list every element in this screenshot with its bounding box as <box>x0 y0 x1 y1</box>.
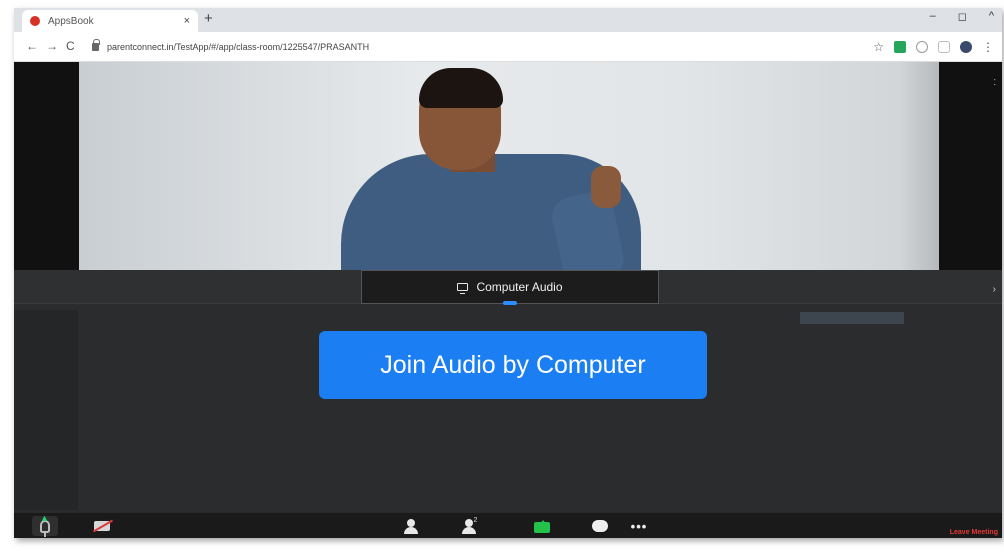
participants-button[interactable]: 2 <box>458 517 484 535</box>
share-screen-icon <box>534 520 550 533</box>
favicon-icon <box>30 16 40 26</box>
start-video-button[interactable] <box>90 517 114 535</box>
lock-icon <box>92 39 100 51</box>
extension-shield-icon[interactable] <box>938 41 950 53</box>
chat-button[interactable] <box>589 517 611 535</box>
reload-icon[interactable]: C <box>66 39 75 53</box>
manage-participants-button[interactable] <box>400 517 422 535</box>
participants-count: 2 <box>473 517 478 524</box>
extension-circle-icon[interactable] <box>916 41 928 53</box>
leave-meeting-button[interactable]: Leave Meeting <box>950 529 998 536</box>
url-bar[interactable]: parentconnect.in/TestApp/#/app/class-roo… <box>92 37 872 57</box>
new-tab-button[interactable]: + <box>204 11 213 27</box>
window-controls: – ◻ ^ <box>930 10 994 23</box>
video-off-icon <box>92 519 114 533</box>
arrow-up-icon: ▲ <box>40 513 49 523</box>
browser-menu-icon[interactable]: ⋮ <box>982 40 994 54</box>
browser-tab-strip: AppsBook × + – ◻ ^ <box>14 8 1002 32</box>
extension-check-icon[interactable] <box>894 41 906 53</box>
extensions-area: ☆ ⋮ <box>873 40 994 54</box>
tab-close-icon[interactable]: × <box>184 15 190 27</box>
address-bar-row: ← → C parentconnect.in/TestApp/#/app/cla… <box>14 32 1002 62</box>
back-icon[interactable]: ← <box>26 39 38 53</box>
share-screen-button[interactable] <box>532 517 552 535</box>
tab-title: AppsBook <box>48 15 94 27</box>
meeting-toolbar: ▲ 2 ••• Leave Meeting <box>14 512 1002 538</box>
computer-icon <box>457 283 469 294</box>
tab-indicator <box>503 301 517 305</box>
close-window-button[interactable]: ^ <box>989 10 994 23</box>
video-options-icon[interactable]: ⁚ <box>993 78 996 87</box>
minimize-button[interactable]: – <box>930 10 936 23</box>
speaker-video <box>79 62 939 276</box>
maximize-button[interactable]: ◻ <box>958 10 967 23</box>
video-feed: ⁚ <box>14 62 1002 276</box>
app-window: AppsBook × + – ◻ ^ ← → C parentconnect.i… <box>14 8 1002 538</box>
forward-icon[interactable]: → <box>46 39 58 53</box>
profile-avatar[interactable] <box>960 41 972 53</box>
computer-audio-tab[interactable]: Computer Audio <box>361 270 659 304</box>
browser-tab[interactable]: AppsBook × <box>22 10 198 32</box>
join-audio-button[interactable]: Join Audio by Computer <box>319 331 707 399</box>
url-text: parentconnect.in/TestApp/#/app/class-roo… <box>107 42 370 52</box>
participants-icon <box>461 519 476 534</box>
more-button[interactable]: ••• <box>626 517 652 535</box>
chat-icon <box>592 520 608 532</box>
unmute-button[interactable]: ▲ <box>32 513 58 537</box>
person-icon <box>404 519 418 534</box>
chevron-right-icon[interactable]: › <box>993 284 996 295</box>
bookmark-star-icon[interactable]: ☆ <box>873 40 884 54</box>
computer-audio-label: Computer Audio <box>476 280 563 294</box>
